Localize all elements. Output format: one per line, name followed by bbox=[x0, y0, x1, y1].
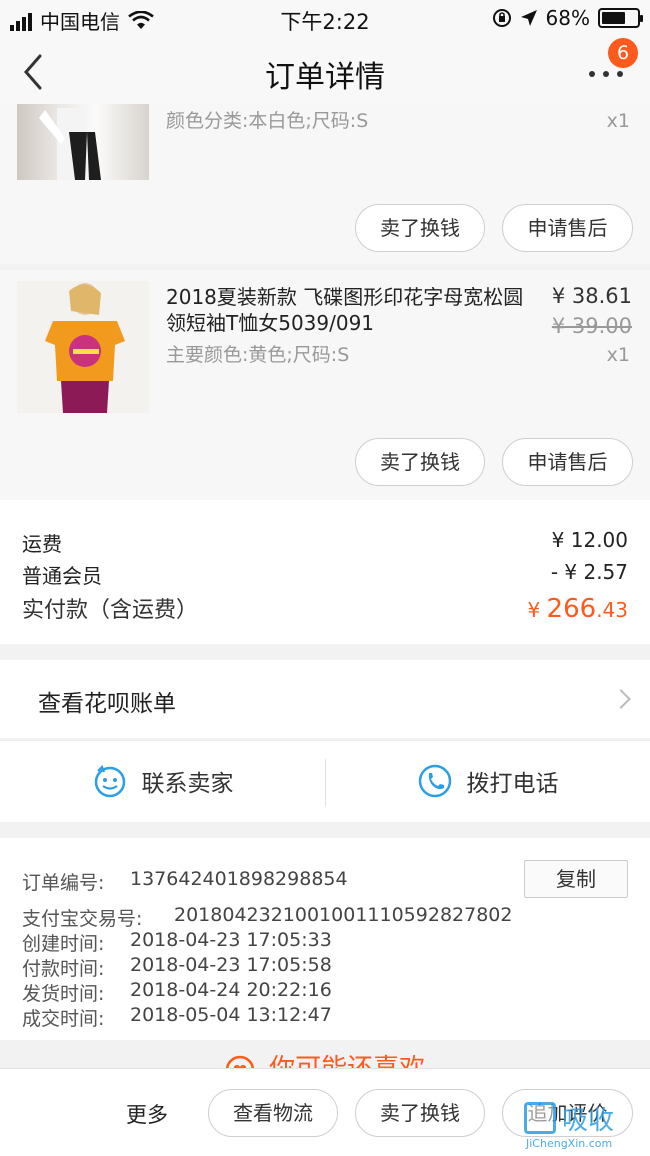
bottom-action-bar: 更多 查看物流 卖了换钱 追加评价 吸收 JiChengXin.com bbox=[0, 1068, 650, 1156]
created-time-label: 创建时间: bbox=[22, 933, 105, 955]
battery-icon bbox=[598, 8, 643, 28]
paid-time: 2018-04-23 17:05:58 bbox=[130, 954, 332, 976]
notification-badge: 6 bbox=[608, 38, 638, 68]
shipped-time-label: 发货时间: bbox=[22, 983, 105, 1005]
product-image[interactable] bbox=[17, 281, 149, 413]
resell-button[interactable]: 卖了换钱 bbox=[355, 204, 485, 252]
chat-face-icon bbox=[94, 765, 125, 798]
product-original-price: ¥ 39.00 bbox=[551, 314, 632, 338]
copy-button[interactable]: 复制 bbox=[524, 860, 628, 898]
product-image[interactable] bbox=[17, 104, 149, 180]
more-dots-icon bbox=[589, 71, 595, 77]
completed-time-label: 成交时间: bbox=[22, 1008, 105, 1030]
product-quantity: x1 bbox=[606, 110, 630, 132]
status-bar: 中国电信 下午2:22 68% bbox=[0, 0, 650, 38]
product-sku: 主要颜色:黄色;尺码:S bbox=[166, 344, 350, 366]
contact-bar: 联系卖家 拨打电话 bbox=[0, 740, 650, 822]
product-quantity: x1 bbox=[606, 344, 630, 366]
product-card: 颜色分类:本白色;尺码:S x1 卖了换钱 申请售后 bbox=[0, 104, 650, 264]
chevron-right-icon bbox=[611, 689, 631, 709]
page-content: 颜色分类:本白色;尺码:S x1 卖了换钱 申请售后 2018夏装新款 飞碟图形… bbox=[0, 104, 650, 1156]
alipay-number: 2018042321001001110592827802 bbox=[174, 904, 513, 926]
order-number: 137642401898298854 bbox=[130, 868, 348, 890]
huabei-bill-link[interactable]: 查看花呗账单 bbox=[0, 660, 650, 738]
huabei-bill-label: 查看花呗账单 bbox=[38, 691, 176, 717]
battery-percent: 68% bbox=[545, 6, 590, 30]
fee-summary: 运费 ¥ 12.00 普通会员 - ¥ 2.57 实付款（含运费） ¥ 266.… bbox=[0, 500, 650, 644]
completed-time: 2018-05-04 13:12:47 bbox=[130, 1004, 332, 1026]
total-paid-value: ¥ 266.43 bbox=[527, 594, 628, 624]
member-discount-label: 普通会员 bbox=[22, 564, 102, 588]
location-icon bbox=[520, 10, 537, 26]
product-title[interactable]: 2018夏装新款 飞碟图形印花字母宽松圆领短袖T恤女5039/091 bbox=[166, 284, 526, 336]
nav-bar: 订单详情 6 bbox=[0, 38, 650, 104]
resell-button[interactable]: 卖了换钱 bbox=[355, 438, 485, 486]
resell-button[interactable]: 卖了换钱 bbox=[355, 1089, 485, 1137]
order-number-label: 订单编号: bbox=[22, 872, 105, 894]
contact-seller-button[interactable]: 联系卖家 bbox=[0, 741, 325, 821]
more-actions-button[interactable]: 更多 bbox=[126, 1099, 168, 1129]
shipping-label: 运费 bbox=[22, 532, 62, 556]
order-info: 订单编号: 137642401898298854 复制 支付宝交易号: 2018… bbox=[0, 838, 650, 1040]
orientation-lock-icon bbox=[492, 9, 511, 27]
view-logistics-button[interactable]: 查看物流 bbox=[208, 1089, 338, 1137]
paid-time-label: 付款时间: bbox=[22, 958, 105, 980]
alipay-number-label: 支付宝交易号: bbox=[22, 908, 143, 930]
product-card: 2018夏装新款 飞碟图形印花字母宽松圆领短袖T恤女5039/091 ¥ 38.… bbox=[0, 270, 650, 500]
member-discount-value: - ¥ 2.57 bbox=[550, 560, 628, 584]
phone-icon bbox=[418, 764, 451, 798]
site-watermark: 吸收 JiChengXin.com bbox=[524, 1100, 644, 1152]
shipped-time: 2018-04-24 20:22:16 bbox=[130, 979, 332, 1001]
after-sales-button[interactable]: 申请售后 bbox=[502, 204, 633, 252]
created-time: 2018-04-23 17:05:33 bbox=[130, 929, 332, 951]
total-paid-label: 实付款（含运费） bbox=[22, 598, 199, 623]
product-sku: 颜色分类:本白色;尺码:S bbox=[166, 110, 369, 132]
product-price: ¥ 38.61 bbox=[551, 284, 632, 308]
call-phone-button[interactable]: 拨打电话 bbox=[325, 741, 650, 821]
contact-seller-label: 联系卖家 bbox=[141, 771, 234, 797]
after-sales-button[interactable]: 申请售后 bbox=[502, 438, 633, 486]
call-phone-label: 拨打电话 bbox=[466, 771, 559, 797]
shipping-value: ¥ 12.00 bbox=[551, 528, 628, 552]
page-title: 订单详情 bbox=[265, 60, 385, 95]
